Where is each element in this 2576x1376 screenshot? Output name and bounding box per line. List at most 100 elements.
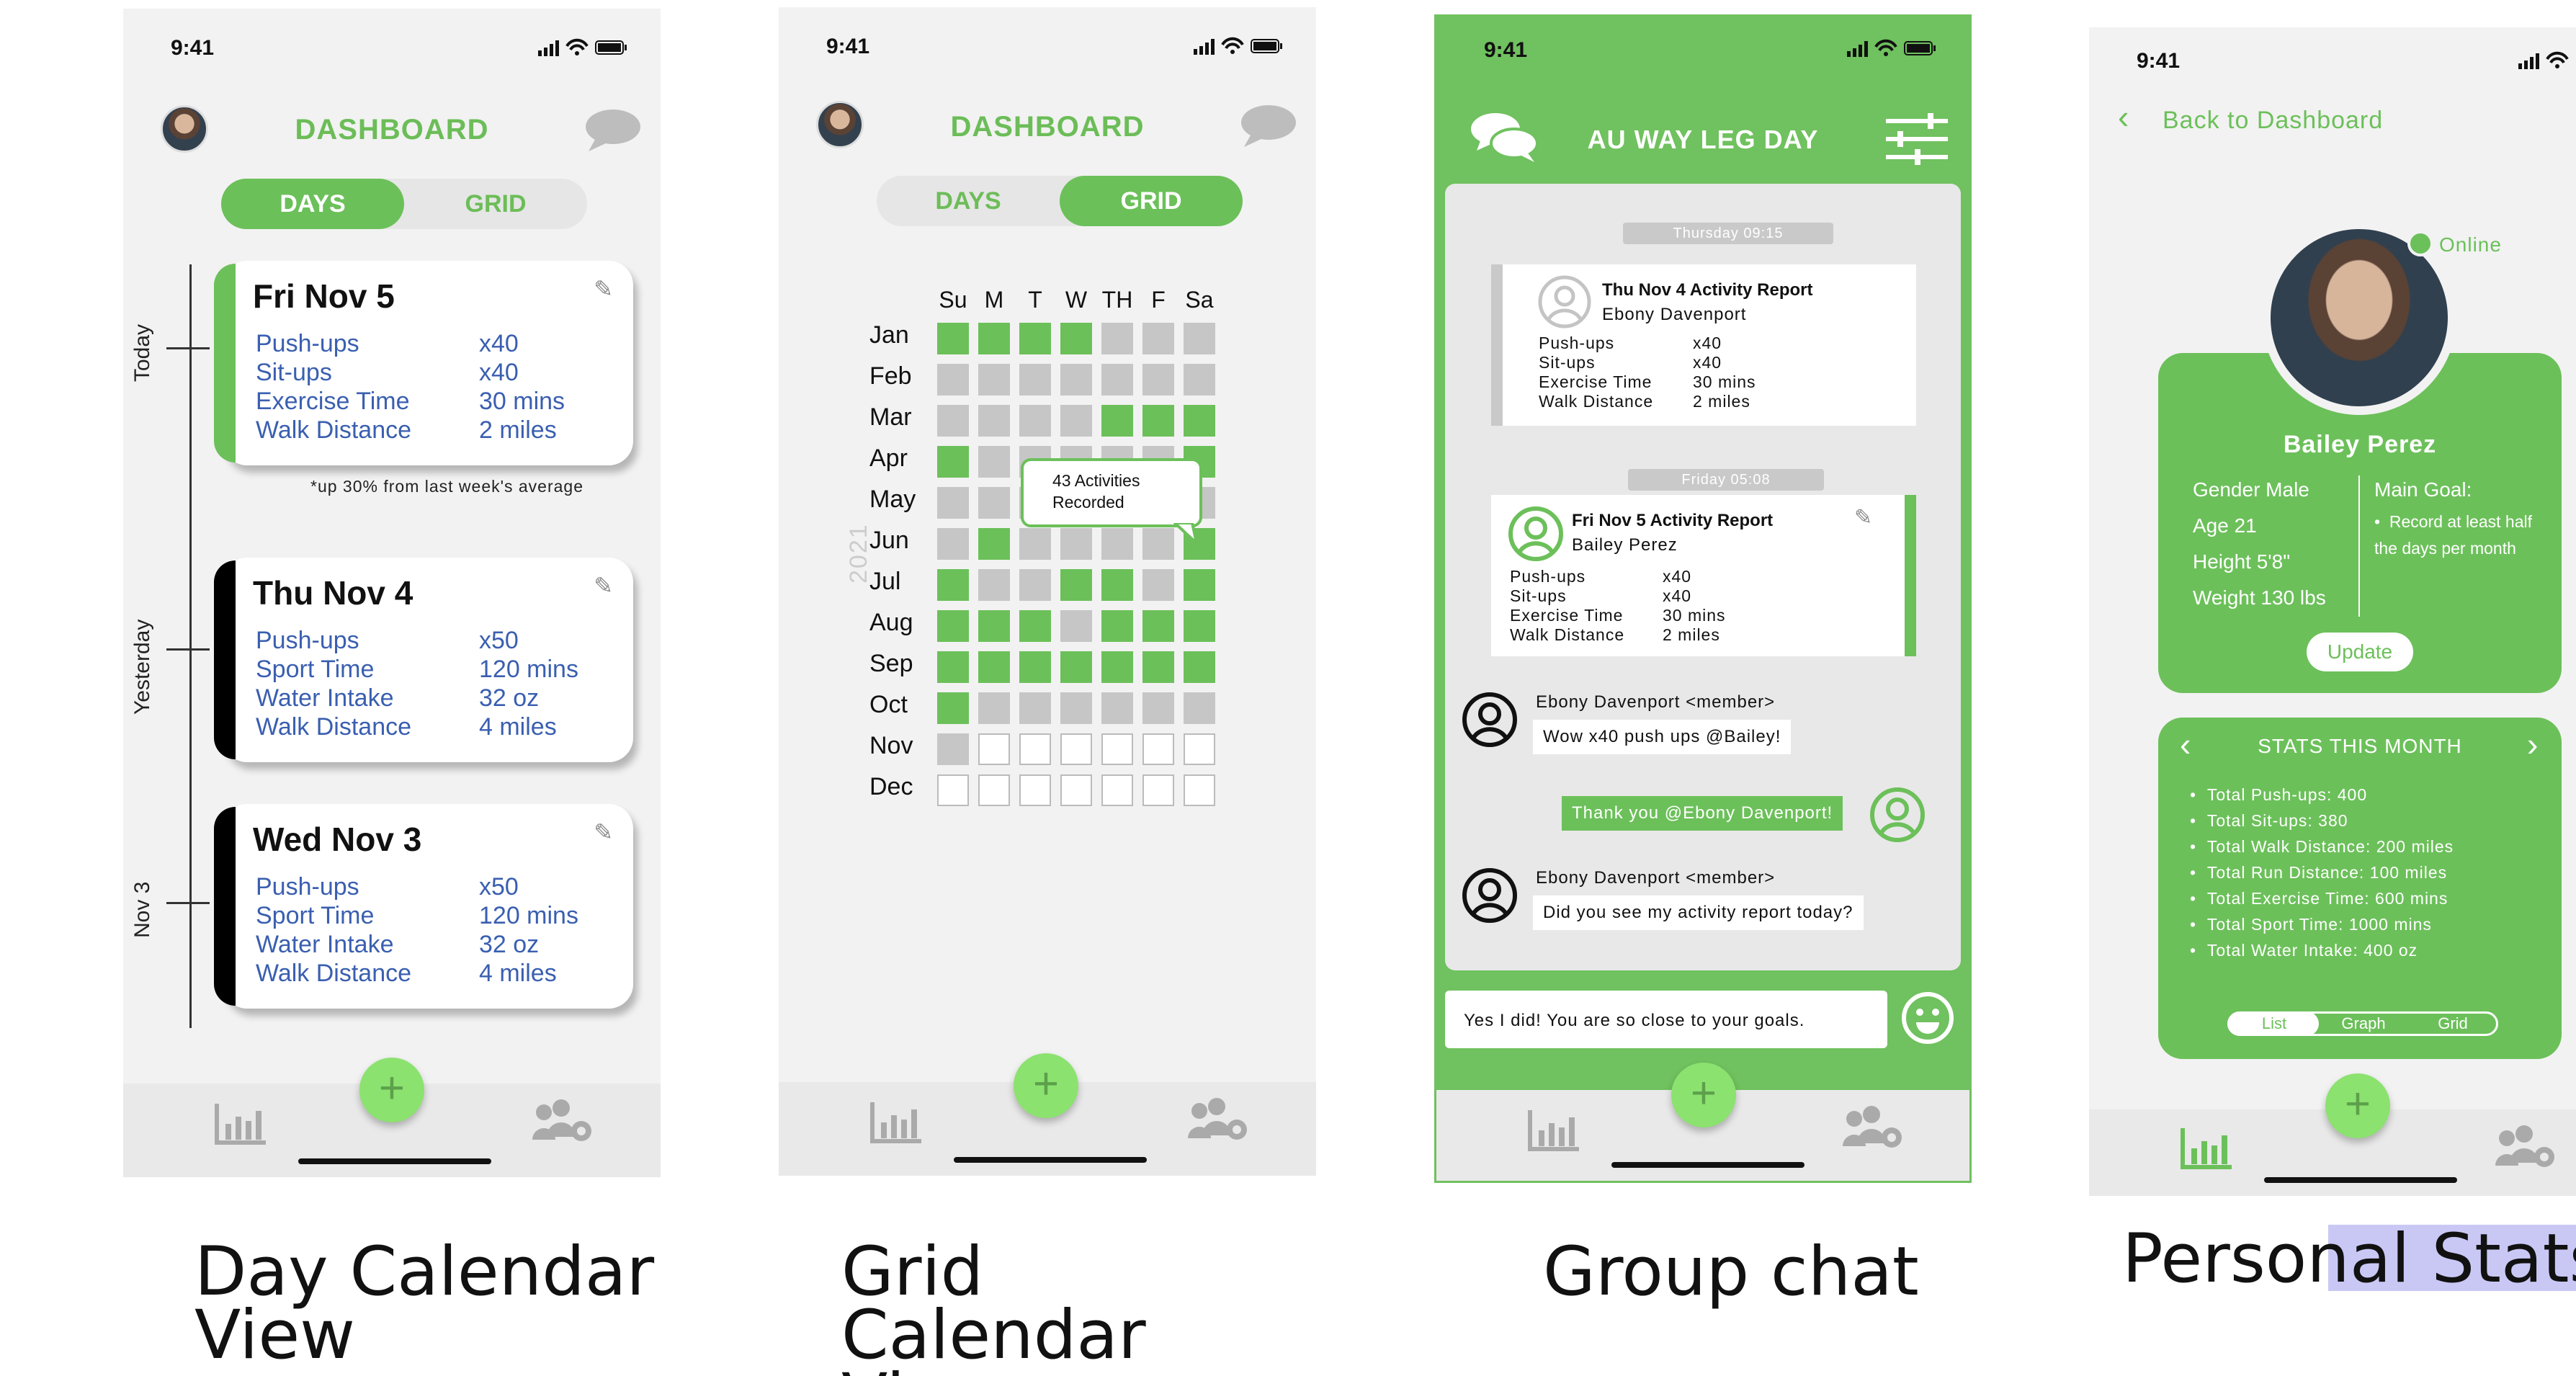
add-button[interactable]: + bbox=[1671, 1063, 1736, 1127]
day-cell[interactable] bbox=[1142, 610, 1174, 642]
day-cell[interactable] bbox=[1184, 610, 1215, 642]
edit-icon[interactable]: ✎ bbox=[594, 275, 613, 303]
add-button[interactable]: + bbox=[2325, 1073, 2390, 1138]
day-cell[interactable] bbox=[937, 610, 969, 642]
day-cell[interactable] bbox=[1101, 610, 1133, 642]
day-cell[interactable] bbox=[1142, 692, 1174, 724]
back-to-dashboard-link[interactable]: Back to Dashboard bbox=[2163, 107, 2383, 135]
settings-sliders-icon[interactable] bbox=[1886, 113, 1948, 165]
view-tab-grid[interactable]: Grid bbox=[2408, 1011, 2497, 1036]
day-cell[interactable] bbox=[1101, 364, 1133, 396]
day-cell[interactable] bbox=[1142, 733, 1174, 765]
team-settings-icon[interactable] bbox=[529, 1098, 596, 1145]
day-cell[interactable] bbox=[978, 651, 1010, 683]
day-cell[interactable] bbox=[1019, 323, 1051, 354]
day-cell[interactable] bbox=[978, 692, 1010, 724]
activity-report-card[interactable]: Fri Nov 5 Activity Report Bailey Perez ✎… bbox=[1491, 495, 1916, 656]
day-cell[interactable] bbox=[1142, 405, 1174, 437]
day-cell[interactable] bbox=[937, 692, 969, 724]
day-cell[interactable] bbox=[1184, 569, 1215, 601]
emoji-icon[interactable] bbox=[1900, 991, 1955, 1045]
day-cell[interactable] bbox=[1060, 610, 1092, 642]
tab-days[interactable]: DAYS bbox=[221, 179, 404, 229]
day-cell[interactable] bbox=[978, 487, 1010, 519]
day-cell[interactable] bbox=[1019, 364, 1051, 396]
day-cell[interactable] bbox=[1019, 528, 1051, 560]
day-cell[interactable] bbox=[1184, 774, 1215, 806]
day-cell[interactable] bbox=[1101, 569, 1133, 601]
day-cell[interactable] bbox=[1184, 323, 1215, 354]
day-cell[interactable] bbox=[978, 610, 1010, 642]
day-cell[interactable] bbox=[1101, 774, 1133, 806]
view-tab-list[interactable]: List bbox=[2230, 1011, 2319, 1036]
day-cell[interactable] bbox=[1142, 651, 1174, 683]
day-cell[interactable] bbox=[1019, 733, 1051, 765]
chat-icon[interactable] bbox=[583, 107, 643, 154]
team-settings-icon[interactable] bbox=[1185, 1096, 1251, 1144]
day-cell[interactable] bbox=[937, 446, 969, 478]
day-cell[interactable] bbox=[937, 733, 969, 765]
edit-icon[interactable]: ✎ bbox=[594, 572, 613, 599]
day-cell[interactable] bbox=[1060, 692, 1092, 724]
day-cell[interactable] bbox=[1184, 405, 1215, 437]
day-cell[interactable] bbox=[937, 364, 969, 396]
day-cell[interactable] bbox=[1184, 733, 1215, 765]
day-cell[interactable] bbox=[978, 774, 1010, 806]
message-input[interactable]: Yes I did! You are so close to your goal… bbox=[1445, 991, 1887, 1048]
day-cell[interactable] bbox=[1019, 651, 1051, 683]
day-card[interactable]: Thu Nov 4 ✎ Push-ups x50 Sport Time 120 … bbox=[214, 558, 633, 762]
edit-icon[interactable]: ✎ bbox=[1854, 505, 1872, 530]
team-settings-icon[interactable] bbox=[2492, 1124, 2559, 1171]
day-cell[interactable] bbox=[978, 405, 1010, 437]
day-cell[interactable] bbox=[1060, 569, 1092, 601]
day-cell[interactable] bbox=[1060, 651, 1092, 683]
day-cell[interactable] bbox=[1101, 692, 1133, 724]
day-cell[interactable] bbox=[978, 569, 1010, 601]
day-cell[interactable] bbox=[978, 323, 1010, 354]
day-cell[interactable] bbox=[1060, 774, 1092, 806]
day-cell[interactable] bbox=[937, 405, 969, 437]
day-cell[interactable] bbox=[1142, 528, 1174, 560]
day-cell[interactable] bbox=[1060, 364, 1092, 396]
day-cell[interactable] bbox=[1184, 651, 1215, 683]
view-tab-graph[interactable]: Graph bbox=[2319, 1011, 2408, 1036]
day-cell[interactable] bbox=[1142, 323, 1174, 354]
bar-chart-icon[interactable] bbox=[1527, 1109, 1582, 1152]
bar-chart-icon[interactable] bbox=[214, 1102, 269, 1145]
day-card[interactable]: Fri Nov 5 ✎ Push-ups x40 Sit-ups x40 Exe… bbox=[214, 261, 633, 465]
day-cell[interactable] bbox=[937, 774, 969, 806]
day-cell[interactable] bbox=[1142, 364, 1174, 396]
day-cell[interactable] bbox=[1019, 692, 1051, 724]
day-cell[interactable] bbox=[937, 487, 969, 519]
day-cell[interactable] bbox=[1019, 610, 1051, 642]
day-cell[interactable] bbox=[1060, 733, 1092, 765]
day-cell[interactable] bbox=[1060, 405, 1092, 437]
day-cell[interactable] bbox=[1019, 405, 1051, 437]
add-button[interactable]: + bbox=[1014, 1053, 1078, 1118]
activity-report-card[interactable]: Thu Nov 4 Activity Report Ebony Davenpor… bbox=[1491, 264, 1916, 426]
day-cell[interactable] bbox=[1101, 405, 1133, 437]
day-cell[interactable] bbox=[1101, 651, 1133, 683]
day-cell[interactable] bbox=[978, 364, 1010, 396]
day-cell[interactable] bbox=[1101, 323, 1133, 354]
day-cell[interactable] bbox=[1101, 528, 1133, 560]
update-button[interactable]: Update bbox=[2307, 633, 2413, 671]
day-cell[interactable] bbox=[1060, 323, 1092, 354]
day-cell[interactable] bbox=[1142, 569, 1174, 601]
day-cell[interactable] bbox=[1184, 364, 1215, 396]
day-cell[interactable] bbox=[1019, 569, 1051, 601]
day-cell[interactable] bbox=[937, 528, 969, 560]
day-cell[interactable] bbox=[1019, 774, 1051, 806]
day-cell[interactable] bbox=[1184, 692, 1215, 724]
bar-chart-icon[interactable] bbox=[869, 1101, 924, 1144]
day-cell[interactable] bbox=[978, 528, 1010, 560]
day-cell[interactable] bbox=[978, 446, 1010, 478]
day-cell[interactable] bbox=[937, 569, 969, 601]
day-cell[interactable] bbox=[1101, 733, 1133, 765]
add-button[interactable]: + bbox=[359, 1058, 424, 1122]
tab-grid[interactable]: GRID bbox=[404, 179, 587, 229]
team-settings-icon[interactable] bbox=[1840, 1104, 1906, 1152]
day-cell[interactable] bbox=[1060, 528, 1092, 560]
back-chevron-icon[interactable]: ‹ bbox=[2118, 100, 2129, 133]
edit-icon[interactable]: ✎ bbox=[594, 818, 613, 846]
